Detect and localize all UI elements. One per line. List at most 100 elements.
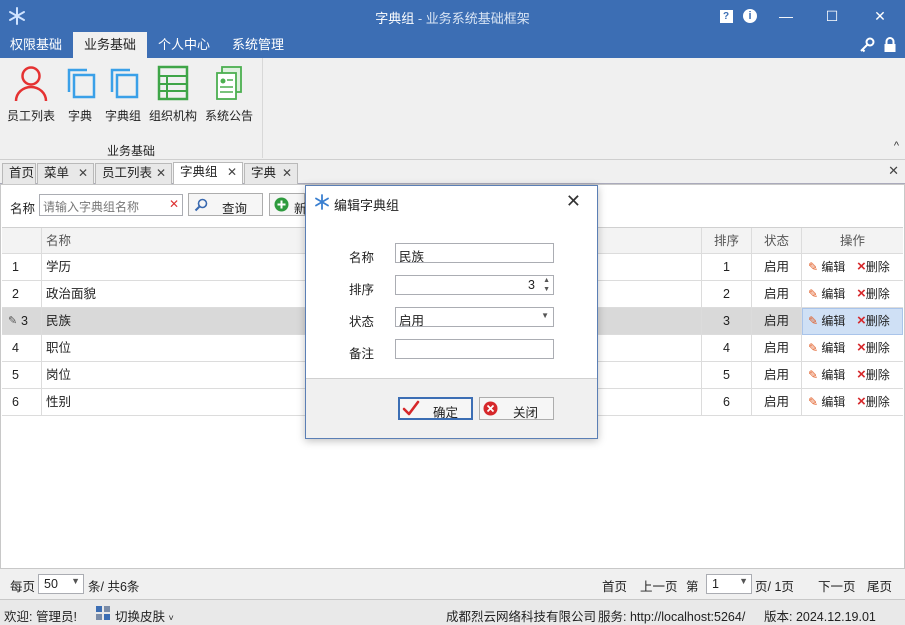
delete-link[interactable]: ×删除 bbox=[857, 281, 890, 307]
ribbon-notice-button[interactable]: 系统公告 bbox=[203, 64, 255, 124]
version-text: 版本: 2024.12.19.01 bbox=[764, 610, 876, 624]
ribbon-dict-button[interactable]: 字典 bbox=[60, 64, 100, 124]
lock-icon[interactable] bbox=[881, 36, 899, 54]
tab-home[interactable]: 首页 bbox=[2, 163, 36, 184]
info-button[interactable]: i bbox=[732, 0, 768, 32]
org-icon bbox=[157, 65, 189, 101]
delete-label: 删除 bbox=[865, 314, 890, 328]
switch-skin-label: 切换皮肤 bbox=[115, 610, 166, 624]
tab-close-icon[interactable]: ✕ bbox=[227, 163, 237, 182]
menu-item-personal[interactable]: 个人中心 bbox=[148, 32, 220, 58]
add-button[interactable]: 新 bbox=[269, 193, 307, 216]
query-button-label: 查询 bbox=[222, 202, 248, 216]
delete-label: 删除 bbox=[865, 287, 890, 301]
cancel-button[interactable]: 关闭 bbox=[479, 397, 554, 420]
edit-label: 编辑 bbox=[821, 395, 846, 409]
menu-item-permission[interactable]: 权限基础 bbox=[0, 32, 72, 58]
ribbon: 员工列表 字典 字典组 组织机构 系统公告 业务基础 ^ bbox=[0, 58, 905, 160]
maximize-button[interactable]: ☐ bbox=[814, 0, 850, 32]
tab-employee-list[interactable]: 员工列表 ✕ bbox=[95, 163, 172, 184]
row-status: 启用 bbox=[763, 314, 789, 328]
first-page-link[interactable]: 首页 bbox=[602, 576, 627, 595]
prev-page-link[interactable]: 上一页 bbox=[640, 576, 678, 595]
status-bar: 欢迎: 管理员! 切换皮肤 ˅ 成都烈云网络科技有限公司 服务: http://… bbox=[0, 599, 905, 625]
ribbon-dict-group-button[interactable]: 字典组 bbox=[102, 64, 144, 124]
minimize-button[interactable]: — bbox=[768, 0, 804, 32]
search-label: 名称 bbox=[10, 202, 36, 216]
per-page-select[interactable]: 50 ▼ bbox=[38, 574, 84, 594]
edit-link[interactable]: ✎ 编辑 bbox=[808, 362, 845, 388]
minimize-icon: — bbox=[779, 8, 793, 24]
tab-dict[interactable]: 字典 ✕ bbox=[244, 163, 298, 184]
key-icon[interactable] bbox=[858, 36, 876, 54]
edit-label: 编辑 bbox=[821, 341, 846, 355]
row-name: 性别 bbox=[46, 395, 72, 409]
menu-item-business[interactable]: 业务基础 bbox=[73, 32, 147, 58]
edit-link[interactable]: ✎ 编辑 bbox=[808, 308, 845, 334]
header-sort[interactable]: 排序 bbox=[702, 228, 751, 255]
switch-skin-button[interactable]: 切换皮肤 ˅ bbox=[115, 606, 174, 625]
edit-link[interactable]: ✎ 编辑 bbox=[808, 335, 845, 361]
tab-close-icon[interactable]: ✕ bbox=[78, 164, 88, 183]
status-label: 状态 bbox=[349, 315, 375, 329]
tab-close-icon[interactable]: ✕ bbox=[282, 164, 292, 183]
ribbon-org-button[interactable]: 组织机构 bbox=[147, 64, 199, 124]
edit-label: 编辑 bbox=[821, 368, 846, 382]
spin-arrows-icon[interactable]: ▲ ▼ bbox=[543, 276, 550, 294]
window-title-main: 字典组 bbox=[375, 11, 415, 26]
row-sort: 4 bbox=[723, 341, 730, 355]
page-select[interactable]: 1 ▼ bbox=[706, 574, 752, 594]
delete-link[interactable]: ×删除 bbox=[857, 335, 890, 361]
total-count: 条/ 共6条 bbox=[88, 580, 140, 594]
query-button[interactable]: 查询 bbox=[188, 193, 263, 216]
ribbon-collapse-button[interactable]: ^ bbox=[894, 140, 899, 152]
pencil-icon: ✎ bbox=[808, 287, 819, 301]
edit-link[interactable]: ✎ 编辑 bbox=[808, 254, 845, 280]
close-icon: ✕ bbox=[874, 7, 886, 24]
row-sort: 6 bbox=[723, 395, 730, 409]
row-status: 启用 bbox=[763, 368, 789, 382]
clear-search-icon[interactable]: ✕ bbox=[169, 197, 179, 211]
tab-menu[interactable]: 菜单 ✕ bbox=[37, 163, 94, 184]
sort-stepper[interactable]: 3 ▲ ▼ bbox=[395, 275, 554, 295]
pager: 每页 50 ▼ 条/ 共6条 首页 上一页 第 1 ▼ 页/ 1页 下一页 尾页 bbox=[0, 568, 905, 598]
menu-bar: 权限基础 业务基础 个人中心 系统管理 bbox=[0, 32, 905, 58]
delete-label: 删除 bbox=[865, 341, 890, 355]
ok-button[interactable]: 确定 bbox=[398, 397, 473, 420]
close-all-tabs-icon[interactable]: ✕ bbox=[888, 163, 899, 179]
edit-link[interactable]: ✎ 编辑 bbox=[808, 389, 845, 415]
header-status[interactable]: 状态 bbox=[752, 228, 801, 255]
edit-link[interactable]: ✎ 编辑 bbox=[808, 281, 845, 307]
delete-link[interactable]: ×删除 bbox=[857, 389, 890, 415]
dialog-header: 编辑字典组 ✕ bbox=[306, 186, 597, 218]
per-page-value: 50 bbox=[44, 577, 58, 591]
notice-icon bbox=[216, 66, 242, 100]
menu-item-system[interactable]: 系统管理 bbox=[221, 32, 295, 58]
ribbon-employee-list-button[interactable]: 员工列表 bbox=[6, 64, 56, 124]
delete-link[interactable]: ×删除 bbox=[857, 362, 890, 388]
name-field[interactable]: 民族 bbox=[395, 243, 554, 264]
row-number: 1 bbox=[12, 260, 19, 274]
status-value: 启用 bbox=[399, 314, 425, 328]
search-input[interactable]: 请输入字典组名称 ✕ bbox=[39, 194, 183, 216]
header-name[interactable]: 名称 bbox=[46, 228, 346, 255]
delete-x-icon: × bbox=[857, 312, 866, 329]
delete-label: 删除 bbox=[865, 368, 890, 382]
ok-button-label: 确定 bbox=[433, 406, 459, 420]
tab-close-icon[interactable]: ✕ bbox=[156, 164, 166, 183]
remark-field[interactable] bbox=[395, 339, 554, 359]
status-select[interactable]: 启用 ▼ bbox=[395, 307, 554, 328]
tab-dict-label: 字典 bbox=[251, 166, 277, 180]
tab-dict-group[interactable]: 字典组 ✕ bbox=[173, 162, 243, 184]
dialog-close-icon[interactable]: ✕ bbox=[566, 191, 581, 212]
next-page-link[interactable]: 下一页 bbox=[818, 576, 856, 595]
chevron-down-icon: ▼ bbox=[71, 576, 80, 586]
delete-link[interactable]: ×删除 bbox=[857, 254, 890, 280]
last-page-link[interactable]: 尾页 bbox=[867, 576, 892, 595]
delete-link[interactable]: ×删除 bbox=[857, 308, 890, 334]
row-sort: 5 bbox=[723, 368, 730, 382]
per-page-label: 每页 bbox=[10, 580, 36, 594]
name-value: 民族 bbox=[399, 250, 425, 264]
close-window-button[interactable]: ✕ bbox=[862, 0, 898, 32]
row-status: 启用 bbox=[763, 287, 789, 301]
